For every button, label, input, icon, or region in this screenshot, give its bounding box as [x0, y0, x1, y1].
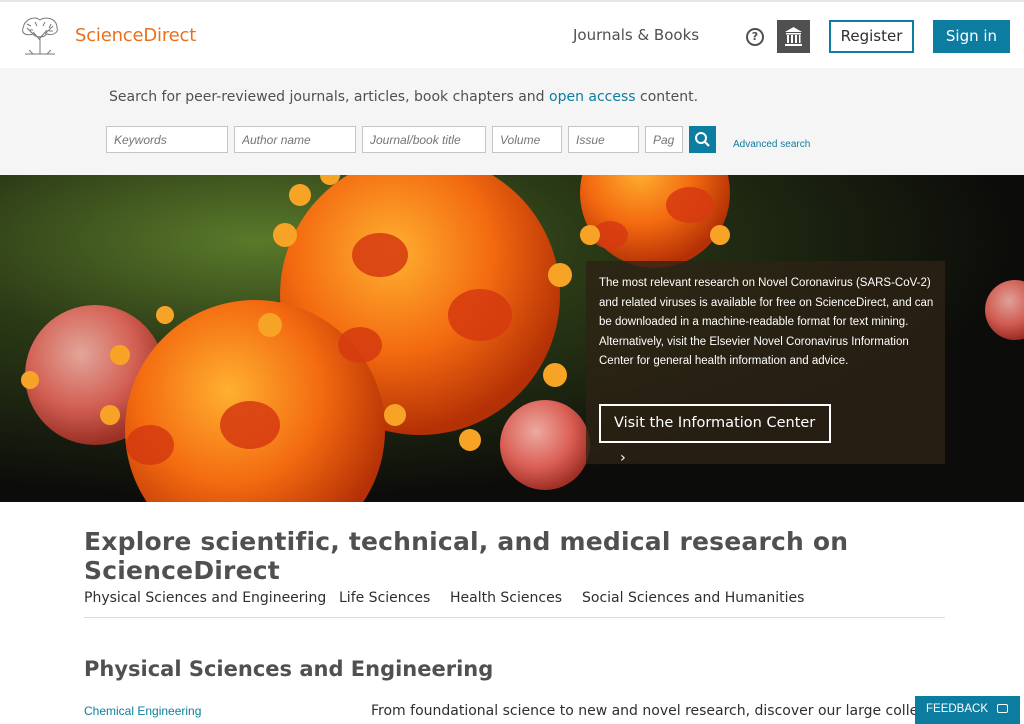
journal-title-input[interactable]	[362, 126, 486, 153]
search-intro-end: content.	[635, 89, 699, 105]
tab-life-sciences[interactable]: Life Sciences	[339, 590, 430, 606]
covid-info-text: The most relevant research on Novel Coro…	[599, 274, 939, 372]
nav-journals-books[interactable]: Journals & Books	[573, 26, 699, 44]
section-title: Physical Sciences and Engineering	[84, 657, 494, 681]
chat-bubble-icon	[997, 704, 1009, 714]
search-panel: Search for peer-reviewed journals, artic…	[0, 68, 1024, 175]
keywords-input[interactable]	[106, 126, 228, 153]
site-header: ScienceDirect Journals & Books ? Registe…	[0, 2, 1024, 68]
volume-input[interactable]	[492, 126, 562, 153]
visit-info-center-button[interactable]: Visit the Information Center ›	[599, 404, 831, 466]
search-submit-button[interactable]	[689, 126, 716, 153]
brand-name[interactable]: ScienceDirect	[75, 25, 196, 46]
tab-health-sciences[interactable]: Health Sciences	[450, 590, 562, 606]
covid-info-box: The most relevant research on Novel Coro…	[586, 261, 945, 466]
institution-button[interactable]	[777, 20, 810, 53]
register-button[interactable]: Register	[829, 20, 914, 53]
advanced-search-link[interactable]: Advanced search	[733, 139, 810, 150]
search-icon	[695, 132, 710, 147]
search-intro-text: Search for peer-reviewed journals, artic…	[109, 89, 550, 105]
institution-icon	[785, 27, 802, 46]
tab-physical-sciences[interactable]: Physical Sciences and Engineering	[84, 590, 326, 606]
category-chemical-engineering-link[interactable]: Chemical Engineering	[84, 704, 201, 718]
elsevier-tree-logo[interactable]	[17, 14, 63, 56]
search-intro: Search for peer-reviewed journals, artic…	[109, 89, 698, 105]
subject-tabs: Physical Sciences and Engineering Life S…	[84, 590, 945, 618]
help-circle-icon[interactable]: ?	[746, 28, 764, 46]
covid-info-paragraph-1: The most relevant research on Novel Coro…	[599, 277, 934, 328]
covid-info-paragraph-2: Alternatively, visit the Elsevier Novel …	[599, 335, 909, 368]
visit-info-center-label: Visit the Information Center	[614, 415, 816, 431]
explore-heading: Explore scientific, technical, and medic…	[84, 527, 849, 585]
hero-banner: The most relevant research on Novel Coro…	[0, 175, 1024, 502]
pages-input[interactable]	[645, 126, 683, 153]
author-name-input[interactable]	[234, 126, 356, 153]
sign-in-button[interactable]: Sign in	[933, 20, 1010, 53]
open-access-link[interactable]: open access	[549, 89, 636, 105]
feedback-label: FEEDBACK	[926, 703, 988, 715]
section-description: From foundational science to new and nov…	[371, 703, 916, 719]
chevron-right-icon: ›	[620, 450, 626, 466]
tab-social-sciences[interactable]: Social Sciences and Humanities	[582, 590, 804, 606]
issue-input[interactable]	[568, 126, 639, 153]
feedback-button[interactable]: FEEDBACK	[915, 696, 1020, 724]
